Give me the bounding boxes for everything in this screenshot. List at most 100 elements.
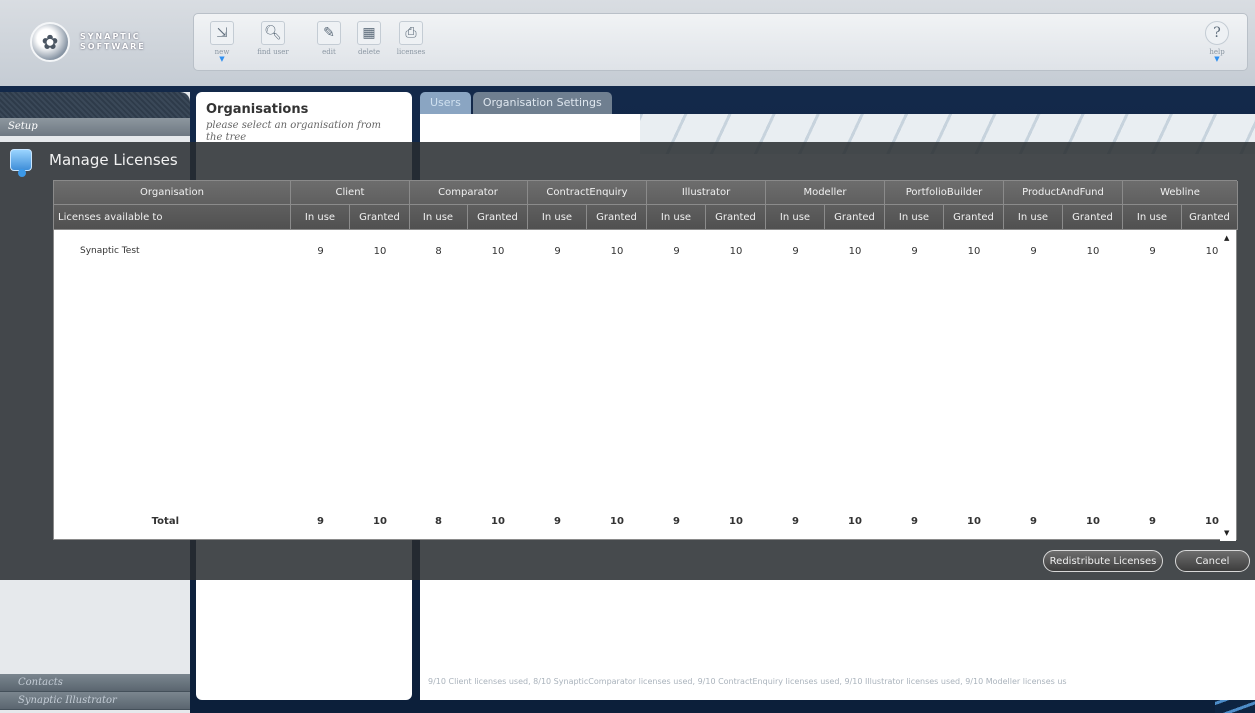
sidebar-item-setup[interactable]: Setup [0,118,190,136]
in-use-header: In use [1004,205,1063,230]
licenses-icon: ⎙ [399,21,423,45]
license-status-line: 9/10 Client licenses used, 8/10 Synaptic… [428,677,1067,686]
granted-cell: 10 [848,246,862,257]
total-in-use-cell: 9 [317,516,324,527]
in-use-cell: 9 [1030,246,1037,257]
licenses-grid: Organisation Licenses available to Client I… [53,180,1238,541]
delete-label: delete [358,48,380,56]
total-in-use-cell: 9 [673,516,680,527]
total-in-use-cell: 9 [1149,516,1156,527]
tab-organisation-settings[interactable]: Organisation Settings [472,92,612,114]
chevron-down-icon: ▼ [219,55,225,63]
delete-icon: ▦ [357,21,381,45]
granted-cell: 10 [1086,246,1100,257]
edit-icon: ✎ [317,21,341,45]
toolbar: ⇲ new ▼ 🔍︎ find user ✎ edit ▦ delete ⎙ l… [193,13,1248,71]
granted-header: Granted [1182,205,1238,230]
chevron-down-icon: ▼ [1214,55,1220,63]
total-in-use-cell: 9 [554,516,561,527]
total-granted-cell: 10 [967,516,981,527]
sidebar-item-contacts[interactable]: Contacts [0,674,190,692]
in-use-header: In use [528,205,587,230]
find-user-button[interactable]: 🔍︎ find user [252,21,294,65]
product-header-portfoliobuilder: PortfolioBuilder [885,181,1004,205]
organisations-title: Organisations [206,102,309,117]
sidebar-bottom-links: Contacts Synaptic Illustrator [0,674,190,713]
granted-cell: 10 [373,246,387,257]
new-button[interactable]: ⇲ new ▼ [204,21,240,65]
help-icon: ? [1205,21,1229,45]
product-header-contractenquiry: ContractEnquiry [528,181,647,205]
in-use-cell: 9 [911,246,918,257]
sidebar-header [0,92,190,118]
in-use-header: In use [885,205,944,230]
granted-cell: 10 [967,246,981,257]
dialog-title: Manage Licenses [49,151,178,169]
edit-button[interactable]: ✎ edit [314,21,344,65]
in-use-header: In use [1123,205,1182,230]
licenses-label: licenses [396,48,426,56]
granted-cell: 10 [729,246,743,257]
in-use-cell: 9 [673,246,680,257]
total-label: Total [151,516,179,527]
sidebar-item-synaptic-illustrator[interactable]: Synaptic Illustrator [0,692,190,710]
find-user-label: find user [257,48,289,56]
product-header-client: Client [291,181,410,205]
total-granted-cell: 10 [491,516,505,527]
grid-scrollbar[interactable]: ▲ ▼ [1220,230,1236,541]
granted-header: Granted [706,205,766,230]
product-header-productandfund: ProductAndFund [1004,181,1123,205]
total-granted-cell: 10 [610,516,624,527]
help-button[interactable]: ? help ▼ [1202,21,1232,65]
total-in-use-cell: 8 [435,516,442,527]
in-use-cell: 9 [792,246,799,257]
organisation-column-header: Organisation [54,181,291,205]
in-use-cell: 9 [317,246,324,257]
main-tabs: Users Organisation Settings [420,92,614,114]
product-header-comparator: Comparator [409,181,528,205]
cancel-button[interactable]: Cancel [1175,550,1250,572]
granted-header: Granted [350,205,410,230]
granted-cell: 10 [610,246,624,257]
manage-licenses-dialog: Manage Licenses Organisation Licenses ava… [0,142,1255,580]
granted-header: Granted [587,205,647,230]
total-granted-cell: 10 [848,516,862,527]
delete-button[interactable]: ▦ delete [352,21,386,65]
product-header-webline: Webline [1123,181,1238,205]
granted-cell: 10 [491,246,505,257]
synaptic-logo: ✿ SYNAPTIC SOFTWARE [30,20,180,64]
scroll-up-icon[interactable]: ▲ [1224,234,1229,242]
in-use-header: In use [766,205,825,230]
total-granted-cell: 10 [729,516,743,527]
license-icon [10,149,32,177]
licenses-available-to-header: Licenses available to [54,205,291,230]
in-use-header: In use [409,205,468,230]
brand-line-1: SYNAPTIC [80,32,141,41]
granted-header: Granted [944,205,1004,230]
brand-text: SYNAPTIC SOFTWARE [80,32,146,52]
grid-header: Organisation Licenses available to Client I… [54,181,1238,230]
granted-header: Granted [1063,205,1123,230]
product-header-illustrator: Illustrator [647,181,766,205]
new-icon: ⇲ [210,21,234,45]
in-use-header: In use [647,205,706,230]
total-in-use-cell: 9 [911,516,918,527]
in-use-header: In use [291,205,350,230]
in-use-cell: 9 [1149,246,1156,257]
brand-line-2: SOFTWARE [80,42,146,51]
scroll-down-icon[interactable]: ▼ [1224,529,1229,537]
total-in-use-cell: 9 [792,516,799,527]
tab-users[interactable]: Users [420,92,471,114]
brain-logo-icon: ✿ [30,22,70,62]
licenses-button[interactable]: ⎙ licenses [394,21,428,65]
organisations-subtitle: please select an organisation from the t… [206,120,381,143]
edit-label: edit [322,48,336,56]
dialog-titlebar: Manage Licenses [0,142,1255,178]
redistribute-licenses-button[interactable]: Redistribute Licenses [1043,550,1163,572]
total-granted-cell: 10 [373,516,387,527]
in-use-cell: 9 [554,246,561,257]
product-header-modeller: Modeller [766,181,885,205]
grid-body: Synaptic Test 9 10 8 10 9 10 9 10 9 10 9 10 9 10 9 10 Tot… [54,230,1222,541]
granted-header: Granted [468,205,528,230]
header-bar: ✿ SYNAPTIC SOFTWARE ⇲ new ▼ 🔍︎ find user… [0,0,1255,88]
